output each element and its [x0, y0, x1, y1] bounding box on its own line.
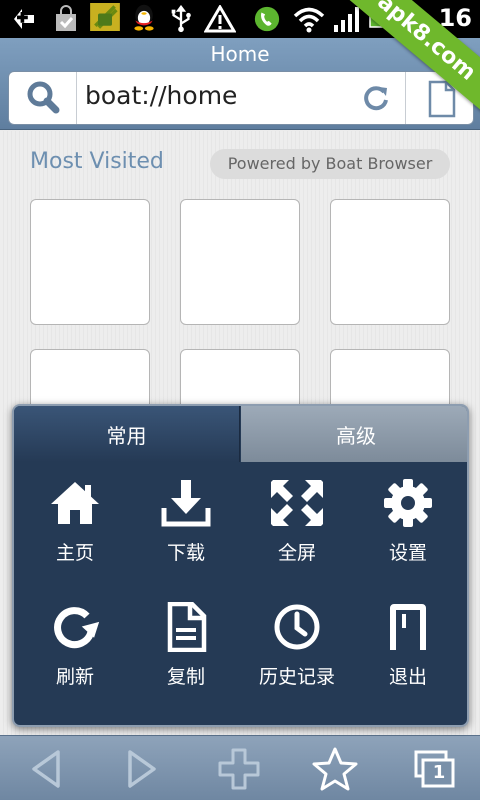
most-visited-thumb[interactable] — [330, 199, 450, 325]
bottom-toolbar: 1 — [0, 735, 480, 800]
menu-item-download[interactable]: 下载 — [131, 478, 241, 588]
signal-icon — [334, 7, 359, 32]
most-visited-thumb[interactable] — [180, 199, 300, 325]
address-bar[interactable]: boat://home — [8, 71, 474, 125]
tab-common[interactable]: 常用 — [14, 406, 240, 462]
warning-icon — [204, 5, 236, 33]
menu-item-exit[interactable]: 退出 — [353, 602, 463, 712]
menu-label: 退出 — [388, 666, 427, 688]
shopping-bag-icon — [56, 5, 76, 31]
back-icon[interactable] — [22, 746, 72, 792]
download-icon — [161, 480, 211, 527]
forward-icon[interactable] — [116, 746, 166, 792]
wifi-icon — [293, 7, 325, 33]
powered-by-badge: Powered by Boat Browser — [210, 149, 450, 179]
phone-icon — [254, 6, 280, 32]
menu-label: 全屏 — [277, 542, 316, 564]
menu-label: 主页 — [55, 542, 94, 564]
url-input[interactable]: boat://home — [85, 81, 237, 110]
history-clock-icon — [274, 604, 320, 650]
tab-count: 1 — [432, 762, 446, 783]
menu-label: 设置 — [388, 542, 427, 564]
menu-label: 历史记录 — [258, 666, 335, 688]
android-icon — [90, 3, 120, 31]
search-button[interactable] — [9, 72, 77, 124]
add-tab-icon[interactable] — [214, 746, 264, 792]
settings-gear-icon — [384, 479, 432, 527]
search-icon — [27, 81, 60, 114]
most-visited-thumb[interactable] — [30, 199, 150, 325]
home-icon — [51, 482, 99, 524]
menu-label: 下载 — [166, 542, 205, 564]
menu-item-history[interactable]: 历史记录 — [242, 602, 352, 712]
menu-label: 刷新 — [55, 666, 94, 688]
bookmark-star-icon[interactable] — [310, 746, 360, 792]
copy-document-icon — [167, 602, 207, 652]
tab-advanced[interactable]: 高级 — [241, 406, 467, 462]
fullscreen-icon — [271, 480, 323, 526]
tabs-button[interactable]: 1 — [410, 746, 460, 792]
usb-icon — [171, 5, 191, 33]
menu-item-copy[interactable]: 复制 — [131, 602, 241, 712]
menu-item-settings[interactable]: 设置 — [353, 478, 463, 588]
title-bar: Home boat://home — [0, 38, 480, 130]
menu-item-fullscreen[interactable]: 全屏 — [242, 478, 352, 588]
refresh-icon — [54, 607, 100, 649]
menu-item-refresh[interactable]: 刷新 — [20, 602, 130, 712]
add-icon — [14, 9, 34, 29]
section-title: Most Visited — [30, 149, 164, 174]
options-menu: 常用 高级 主页 下载 全屏 设置 刷新 复制 历史记录 退出 — [12, 404, 469, 727]
menu-label: 复制 — [166, 666, 205, 688]
reload-icon[interactable] — [359, 82, 393, 116]
exit-icon — [390, 604, 426, 650]
qq-penguin-icon — [134, 4, 154, 31]
menu-item-home[interactable]: 主页 — [20, 478, 130, 588]
